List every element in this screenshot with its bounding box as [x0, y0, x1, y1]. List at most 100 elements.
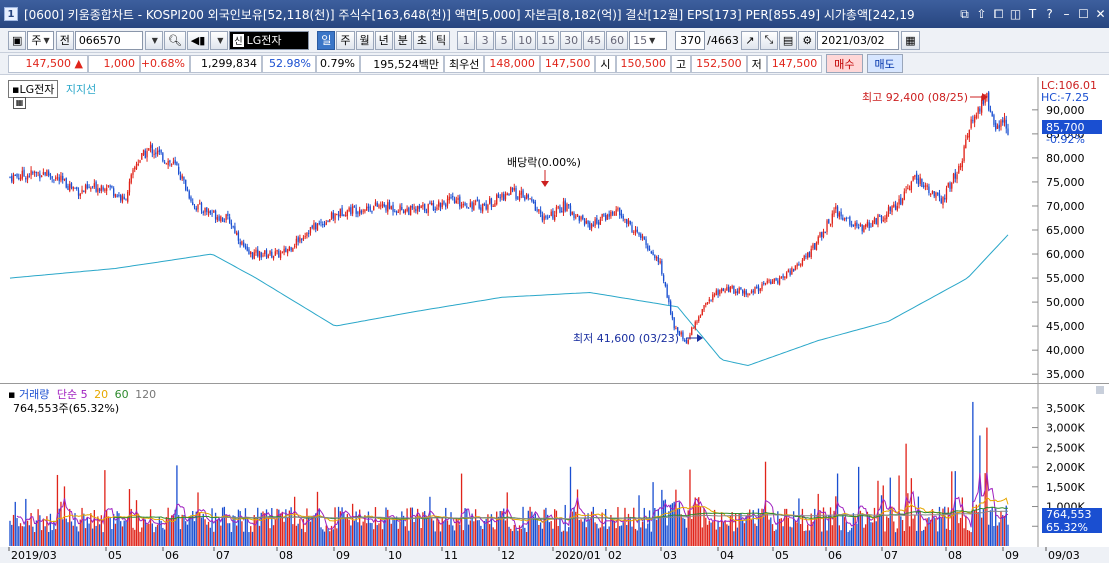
help-icon[interactable]: ? [1041, 7, 1058, 22]
volume-bar [599, 527, 602, 546]
candle-body [914, 175, 916, 177]
maximize-button[interactable]: ☐ [1075, 7, 1092, 22]
time-axis-label: 07 [216, 549, 230, 562]
close-button[interactable]: ✕ [1092, 7, 1109, 22]
tab-second[interactable]: 초 [412, 30, 432, 50]
volume-bar [989, 510, 992, 546]
up-arrow-icon: ▲ [74, 57, 83, 70]
volume-chart[interactable]: 3,500K3,000K2,500K2,000K1,500K1,000K500K… [0, 384, 1109, 547]
interval-45[interactable]: 45 [583, 30, 606, 50]
layout-icon[interactable]: ▣ [8, 30, 27, 50]
tab-tick[interactable]: 틱 [432, 30, 451, 50]
candle-body [341, 207, 343, 216]
candle-body [543, 216, 545, 221]
candle-body [148, 148, 150, 151]
window-controls: ⧉ ⇧ ⧠ ◫ T ? – ☐ ✕ [956, 7, 1109, 22]
time-axis[interactable]: 2019/03 05 06 07 08 09 10 11 12 2020/01 02 03 04 05 06… [0, 547, 1109, 563]
price-chart-panel[interactable]: 90,000 85,000 80,000 75,000 70,000 65,000 60,0… [0, 77, 1109, 383]
interval-30[interactable]: 30 [560, 30, 583, 50]
interval-60[interactable]: 60 [606, 30, 629, 50]
volume-bar [836, 473, 839, 546]
calendar-button[interactable]: ▦ [901, 30, 920, 50]
interval-1[interactable]: 1 [457, 30, 476, 50]
tab-yearly[interactable]: 년 [374, 30, 393, 50]
volume-bar [332, 529, 334, 546]
candle-body [399, 205, 401, 212]
bar-count-input[interactable]: 370 [675, 30, 706, 50]
volume-bar [807, 524, 809, 546]
candle-body [638, 232, 640, 235]
tab-monthly[interactable]: 월 [355, 30, 374, 50]
interval-input[interactable]: 15 ▼ [629, 30, 668, 50]
volume-bar [887, 517, 890, 546]
sell-button[interactable]: 매도 [866, 54, 903, 73]
sound-dropdown[interactable]: ▼ [210, 30, 229, 50]
volume-bar [81, 507, 83, 546]
volume-bar [979, 435, 981, 546]
volume-bar [411, 507, 414, 546]
period-select[interactable]: 주 ▼ [27, 30, 54, 50]
candle-body [53, 179, 55, 181]
volume-chart-panel[interactable]: 3,500K3,000K2,500K2,000K1,500K1,000K500K… [0, 384, 1109, 547]
volume-bar [69, 508, 71, 546]
volume-bar [142, 517, 145, 546]
interval-5[interactable]: 5 [495, 30, 514, 50]
volume-bar [438, 519, 440, 546]
hc-label: HC:-7.25 [1041, 91, 1089, 104]
prev-button[interactable]: 전 [55, 30, 74, 50]
search-button[interactable]: 🔍︎ [163, 30, 186, 50]
minimize-button[interactable]: – [1058, 7, 1075, 22]
volume-bar [708, 520, 710, 546]
candle-body [731, 286, 733, 288]
candle-body [301, 238, 303, 240]
price-chart[interactable]: 90,00085,00080,00075,00070,00065,00060,0… [0, 77, 1109, 383]
link-window-icon[interactable]: ⧉ [956, 7, 973, 22]
stock-legend-item[interactable]: ▪LG전자 [8, 80, 59, 98]
volume-bar [543, 509, 545, 546]
candle-body [253, 252, 255, 260]
candle-body [39, 173, 41, 179]
grid-toggle-icon[interactable]: ▦ [13, 97, 26, 109]
support-legend-label[interactable]: 지지선 [66, 83, 96, 96]
volume-bar [719, 526, 721, 546]
price-axis-label: 35,000 [1046, 368, 1085, 381]
interval-3[interactable]: 3 [476, 30, 495, 50]
candle-body [557, 206, 559, 208]
candle-body [980, 99, 983, 113]
volume-panel-menu-icon[interactable] [1096, 386, 1104, 394]
interval-10[interactable]: 10 [514, 30, 537, 50]
volume-bar [606, 529, 609, 546]
settings-button[interactable]: ⚙ [798, 30, 817, 50]
volume-bar [297, 523, 299, 546]
interval-15[interactable]: 15 [537, 30, 560, 50]
stock-code-input[interactable]: 066570 [74, 30, 143, 50]
buy-button[interactable]: 매수 [826, 54, 863, 73]
tab-weekly[interactable]: 주 [336, 30, 355, 50]
candle-body [685, 339, 688, 344]
candle-body [738, 288, 740, 294]
candle-body [12, 174, 15, 184]
candle-body [255, 249, 257, 253]
save-button[interactable]: ▤ [778, 30, 798, 50]
candle-body [464, 203, 466, 206]
font-size-icon[interactable]: T [1024, 7, 1041, 22]
sound-button[interactable]: ◀▮ [186, 30, 210, 50]
zoom-tool-button[interactable]: ⤡ [759, 30, 778, 50]
trend-tool-button[interactable]: ↗ [740, 30, 759, 50]
volume-bar [88, 523, 90, 546]
candle-body [62, 176, 64, 181]
pin-icon[interactable]: ⇧ [973, 7, 990, 22]
candle-body [993, 115, 995, 125]
volume-bar [761, 508, 763, 546]
copy-window-icon[interactable]: ⧠ [990, 7, 1007, 22]
volume-bar [104, 470, 106, 546]
candle-body [694, 321, 696, 329]
volume-bar [28, 525, 30, 546]
tab-minute[interactable]: 분 [393, 30, 412, 50]
volume-bar [727, 525, 730, 546]
split-window-icon[interactable]: ◫ [1007, 7, 1024, 22]
volume-bar [70, 521, 73, 546]
date-input[interactable]: 2021/03/02 [817, 30, 900, 50]
code-dropdown-button[interactable]: ▼ [144, 30, 163, 50]
tab-daily[interactable]: 일 [317, 30, 336, 50]
